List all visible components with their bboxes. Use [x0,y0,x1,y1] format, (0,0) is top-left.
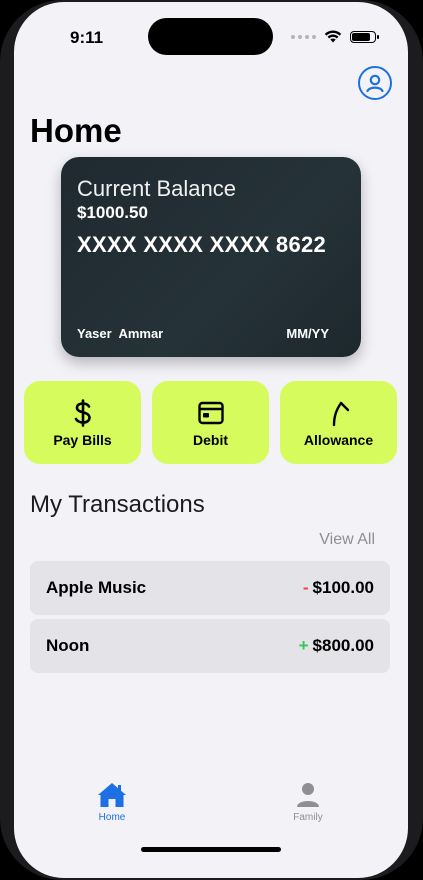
transaction-value: $800.00 [312,636,374,655]
transaction-amount: - $100.00 [303,578,374,598]
dollar-icon [74,398,91,427]
transaction-name: Apple Music [46,578,147,597]
profile-button[interactable] [358,66,392,100]
pay-bills-label: Pay Bills [53,431,112,448]
status-icons [291,30,379,43]
allowance-label: Allowance [303,431,374,448]
dynamic-island [148,18,273,55]
allowance-button[interactable]: Allowance [280,381,397,464]
phone-frame: 9:11 Home Current Balance $1000.50 XXXX … [0,0,423,880]
signal-icon [291,34,316,39]
card-balance-value: $1000.50 [77,203,148,222]
tab-home[interactable]: Home [82,782,142,823]
home-indicator [141,847,281,852]
arrow-up-icon [332,401,349,426]
balance-card[interactable]: Current Balance $1000.50 XXXX XXXX XXXX … [61,157,361,357]
transaction-amount: + $800.00 [299,636,374,656]
person-circle-icon [366,74,384,93]
transaction-row[interactable]: Apple Music - $100.00 [30,561,390,615]
tab-family-label: Family [293,812,323,823]
house-icon [98,783,126,807]
battery-icon [350,30,379,43]
transaction-row[interactable]: Noon + $800.00 [30,619,390,673]
card-number: XXXX XXXX XXXX 8622 [77,232,327,257]
card-expiry: MM/YY [286,326,329,341]
debit-button[interactable]: Debit [152,381,269,464]
card-balance-label: Current Balance [77,176,236,201]
card-icon [197,401,224,424]
status-time: 9:11 [70,28,104,47]
pay-bills-button[interactable]: Pay Bills [24,381,141,464]
transaction-sign: + [298,636,309,655]
card-holder: Yaser Ammar [77,326,164,341]
person-icon [297,783,319,807]
view-all-link[interactable]: View All [319,531,375,549]
transaction-name: Noon [46,636,90,655]
debit-label: Debit [193,431,228,448]
transactions-title: My Transactions [30,491,205,518]
transaction-value: $100.00 [312,578,374,597]
wifi-icon [324,30,342,43]
screen: 9:11 Home Current Balance $1000.50 XXXX … [14,2,408,878]
transaction-sign: - [302,578,309,597]
page-title: Home [30,112,122,149]
tab-home-label: Home [98,812,126,823]
tab-family[interactable]: Family [278,782,338,823]
